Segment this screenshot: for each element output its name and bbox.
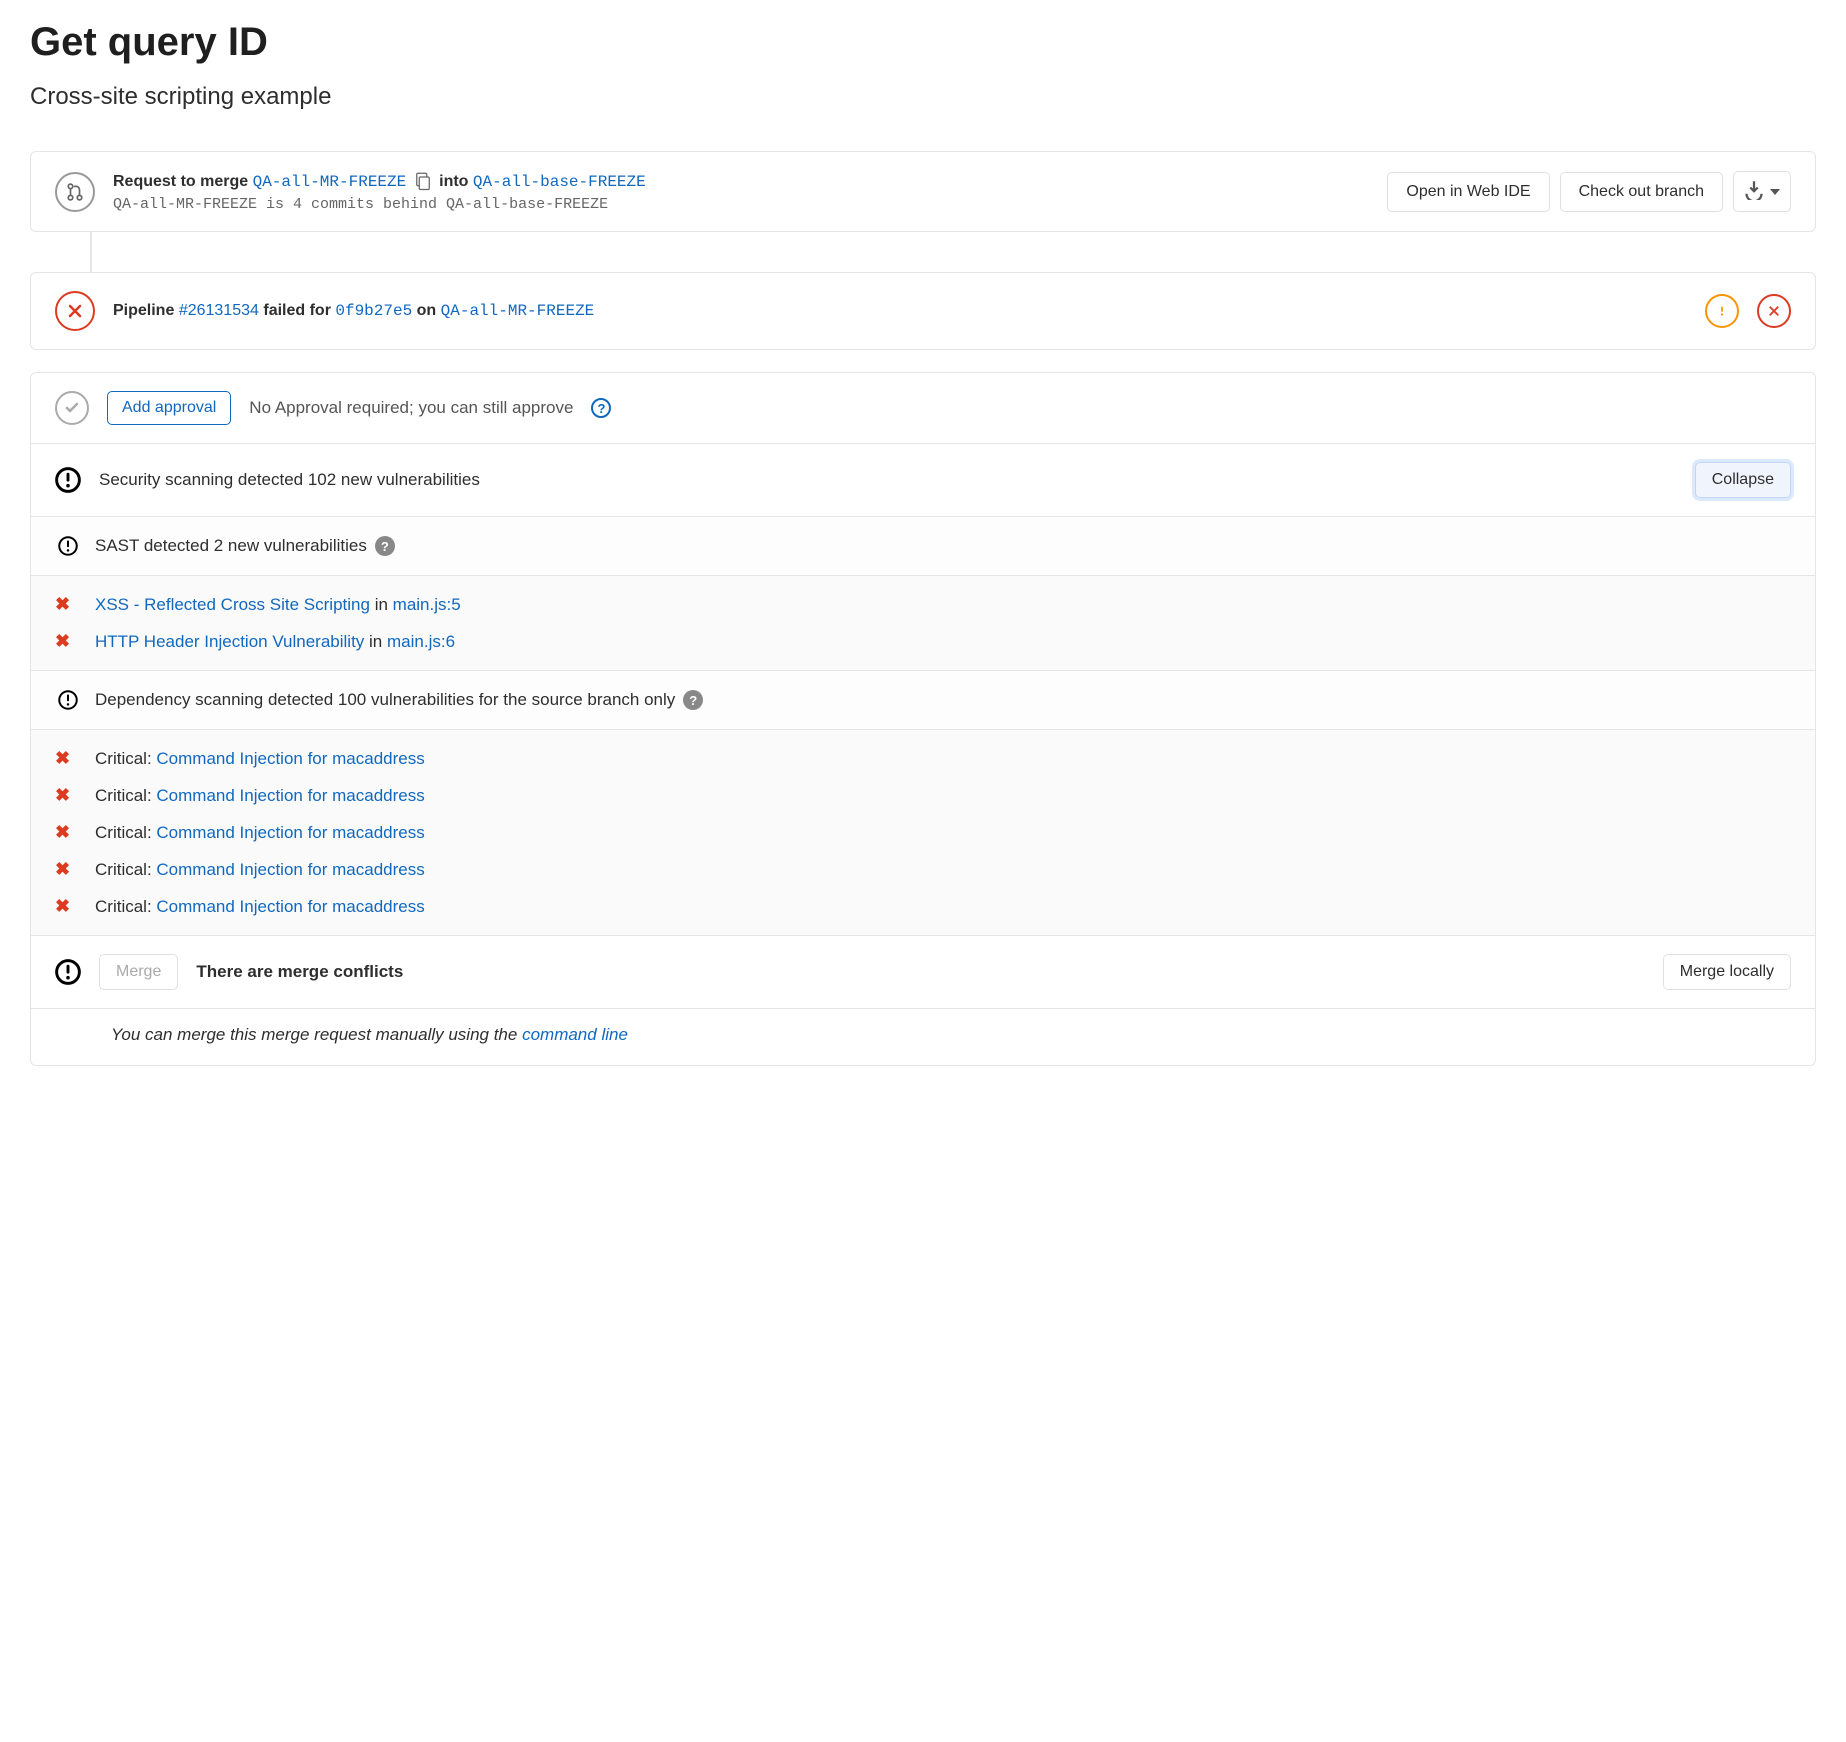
x-icon: ✖: [55, 859, 81, 880]
x-icon: ✖: [55, 896, 81, 917]
x-icon: ✖: [55, 631, 81, 652]
mr-widget-panel: Add approval No Approval required; you c…: [30, 372, 1816, 1066]
sast-help-icon[interactable]: ?: [375, 536, 395, 556]
merge-button: Merge: [99, 954, 178, 990]
vuln-link[interactable]: XSS - Reflected Cross Site Scripting: [95, 595, 370, 614]
command-line-link[interactable]: command line: [522, 1025, 628, 1044]
vuln-in-label: in: [375, 595, 388, 614]
merge-locally-button[interactable]: Merge locally: [1663, 954, 1791, 990]
dep-vuln-item: ✖ Critical: Command Injection for macadd…: [31, 814, 1815, 851]
vuln-severity: Critical:: [95, 860, 152, 879]
approval-check-icon: [55, 391, 89, 425]
merge-request-panel: Request to merge QA-all-MR-FREEZE into Q…: [30, 151, 1816, 232]
pipeline-commit-link[interactable]: 0f9b27e5: [335, 302, 412, 320]
vuln-link[interactable]: Command Injection for macaddress: [156, 860, 424, 879]
pipeline-panel: Pipeline #26131534 failed for 0f9b27e5 o…: [30, 272, 1816, 350]
vuln-location-link[interactable]: main.js:6: [387, 632, 455, 651]
dep-vuln-item: ✖ Critical: Command Injection for macadd…: [31, 851, 1815, 888]
page-title: Get query ID: [30, 20, 1816, 65]
chevron-down-icon: [1770, 189, 1780, 195]
conflict-text: There are merge conflicts: [196, 962, 403, 982]
add-approval-button[interactable]: Add approval: [107, 391, 231, 425]
sast-header-text: SAST detected 2 new vulnerabilities: [95, 536, 367, 556]
vuln-link[interactable]: HTTP Header Injection Vulnerability: [95, 632, 364, 651]
exclamation-icon: [55, 959, 81, 985]
approval-help-icon[interactable]: ?: [591, 398, 611, 418]
download-dropdown-button[interactable]: [1733, 171, 1791, 212]
pipeline-failed-label: failed for: [263, 302, 331, 319]
exclamation-icon: [55, 687, 81, 713]
dependency-subheader: Dependency scanning detected 100 vulnera…: [31, 671, 1815, 730]
dep-vuln-item: ✖ Critical: Command Injection for macadd…: [31, 740, 1815, 777]
vuln-link[interactable]: Command Injection for macaddress: [156, 897, 424, 916]
sast-subheader: SAST detected 2 new vulnerabilities ?: [31, 517, 1815, 576]
dependency-header-text: Dependency scanning detected 100 vulnera…: [95, 690, 675, 710]
vuln-severity: Critical:: [95, 749, 152, 768]
security-header-text: Security scanning detected 102 new vulne…: [99, 470, 480, 490]
dep-vuln-item: ✖ Critical: Command Injection for macadd…: [31, 888, 1815, 925]
vuln-location-link[interactable]: main.js:5: [393, 595, 461, 614]
dependency-help-icon[interactable]: ?: [683, 690, 703, 710]
pipeline-label: Pipeline: [113, 302, 174, 319]
sast-vuln-item: ✖ XSS - Reflected Cross Site Scripting i…: [31, 586, 1815, 623]
merge-conflict-row: Merge There are merge conflicts Merge lo…: [31, 936, 1815, 1009]
open-web-ide-button[interactable]: Open in Web IDE: [1387, 172, 1549, 212]
pipeline-branch-link[interactable]: QA-all-MR-FREEZE: [441, 302, 595, 320]
x-icon: ✖: [55, 822, 81, 843]
exclamation-icon: [55, 533, 81, 559]
sast-vuln-list: ✖ XSS - Reflected Cross Site Scripting i…: [31, 576, 1815, 671]
sast-vuln-item: ✖ HTTP Header Injection Vulnerability in…: [31, 623, 1815, 660]
copy-branch-icon[interactable]: [413, 172, 433, 192]
vuln-link[interactable]: Command Injection for macaddress: [156, 786, 424, 805]
vuln-severity: Critical:: [95, 786, 152, 805]
dep-vuln-item: ✖ Critical: Command Injection for macadd…: [31, 777, 1815, 814]
merge-request-icon: [55, 172, 95, 212]
approval-status-text: No Approval required; you can still appr…: [249, 398, 573, 418]
vuln-in-label: in: [369, 632, 382, 651]
panel-connector: [90, 232, 92, 272]
vuln-link[interactable]: Command Injection for macaddress: [156, 823, 424, 842]
approval-section: Add approval No Approval required; you c…: [31, 373, 1815, 444]
merge-request-header: Request to merge QA-all-MR-FREEZE into Q…: [31, 152, 1815, 231]
source-branch-link[interactable]: QA-all-MR-FREEZE: [253, 173, 407, 191]
vuln-severity: Critical:: [95, 823, 152, 842]
vuln-severity: Critical:: [95, 897, 152, 916]
x-icon: ✖: [55, 785, 81, 806]
x-icon: ✖: [55, 594, 81, 615]
pipeline-error-icon[interactable]: [1757, 294, 1791, 328]
dependency-vuln-list: ✖ Critical: Command Injection for macadd…: [31, 730, 1815, 936]
pipeline-on-label: on: [417, 302, 437, 319]
collapse-button[interactable]: Collapse: [1695, 462, 1791, 498]
exclamation-icon: [55, 467, 81, 493]
pipeline-warning-icon[interactable]: [1705, 294, 1739, 328]
checkout-branch-button[interactable]: Check out branch: [1560, 172, 1723, 212]
x-icon: ✖: [55, 748, 81, 769]
manual-merge-text: You can merge this merge request manuall…: [31, 1009, 1815, 1065]
target-branch-link[interactable]: QA-all-base-FREEZE: [473, 173, 646, 191]
download-icon: [1744, 180, 1764, 203]
into-label: into: [439, 173, 468, 190]
security-header: Security scanning detected 102 new vulne…: [31, 444, 1815, 517]
request-to-merge-label: Request to merge: [113, 173, 248, 190]
pipeline-failed-icon: [55, 291, 95, 331]
page-subtitle: Cross-site scripting example: [30, 83, 1816, 111]
vuln-link[interactable]: Command Injection for macaddress: [156, 749, 424, 768]
behind-text: QA-all-MR-FREEZE is 4 commits behind QA-…: [113, 196, 1369, 213]
pipeline-id-link[interactable]: #26131534: [179, 302, 259, 319]
